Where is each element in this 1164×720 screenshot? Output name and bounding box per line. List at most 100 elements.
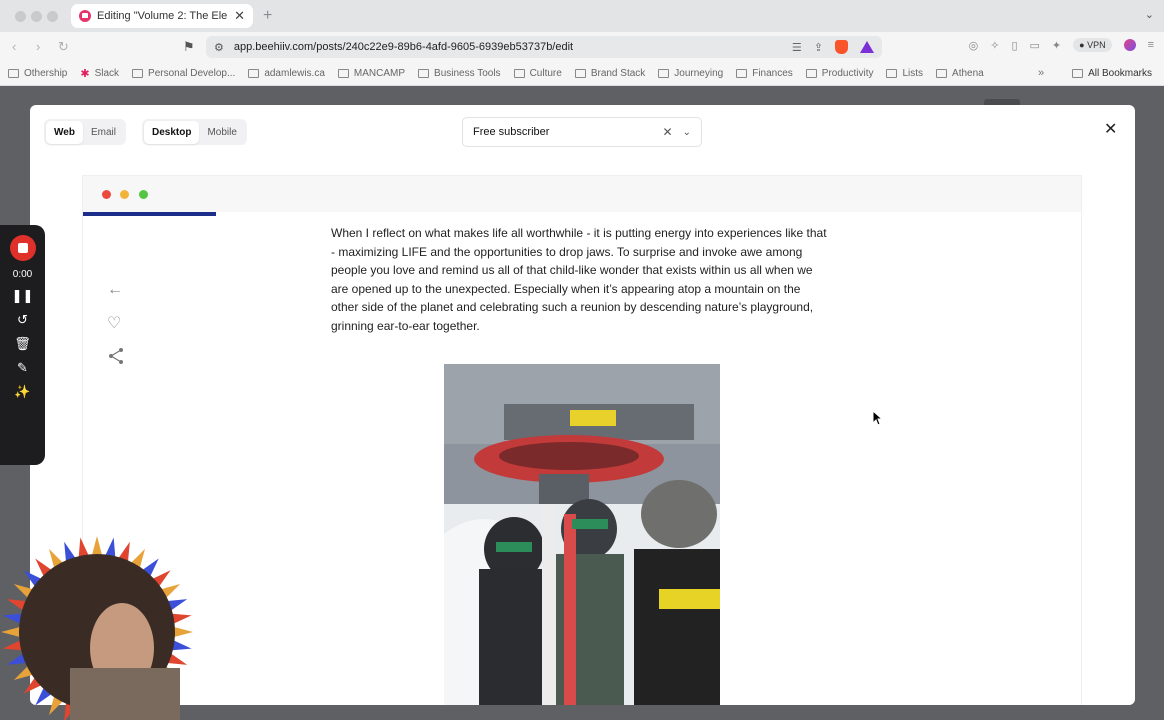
- window-zoom-button[interactable]: [47, 11, 58, 22]
- bookmark-item[interactable]: Othership: [8, 68, 67, 79]
- article-photo: [444, 364, 720, 705]
- recorder-toolbar: 0:00 ❚❚ ↺ 🗑 ✎ ✨: [0, 225, 45, 465]
- recording-timer: 0:00: [12, 269, 33, 280]
- preview-red-dot: [102, 190, 111, 199]
- webcam-ray: [172, 626, 193, 638]
- clear-icon[interactable]: ✕: [663, 125, 673, 139]
- bookmarks-overflow-button[interactable]: »: [1038, 67, 1044, 79]
- tab-close-icon[interactable]: ✕: [234, 8, 245, 24]
- bookmark-item[interactable]: Journeying: [658, 68, 723, 79]
- slack-icon: ✱: [80, 68, 90, 80]
- bookmark-label: adamlewis.ca: [264, 68, 325, 79]
- brave-shields-icon[interactable]: [835, 40, 848, 54]
- tab-title: Editing "Volume 2: The Eleme: [97, 10, 229, 22]
- bookmark-item[interactable]: ✱ Slack: [80, 67, 119, 80]
- reload-button[interactable]: ↻: [58, 39, 69, 55]
- reading-progress-bar: [83, 212, 216, 216]
- window-minimize-button[interactable]: [31, 11, 42, 22]
- bookmark-item[interactable]: MANCAMP: [337, 68, 405, 79]
- pause-icon[interactable]: ❚❚: [12, 288, 34, 304]
- bookmark-item[interactable]: Business Tools: [418, 68, 501, 79]
- heart-icon[interactable]: ♡: [107, 313, 125, 333]
- share-icon[interactable]: ⇪: [814, 41, 823, 54]
- bookmark-label: Journeying: [674, 68, 724, 79]
- effects-icon[interactable]: ✨: [14, 384, 30, 400]
- bookmark-label: Athena: [952, 68, 984, 79]
- folder-icon: [805, 69, 817, 78]
- restart-icon[interactable]: ↺: [17, 312, 28, 328]
- folder-icon: [658, 69, 670, 78]
- audience-value: Free subscriber: [473, 126, 550, 138]
- bookmark-label: Lists: [902, 68, 924, 79]
- folder-icon: [8, 69, 19, 78]
- back-arrow-icon[interactable]: ←: [107, 281, 125, 299]
- preview-yellow-dot: [120, 190, 129, 199]
- brave-rewards-icon[interactable]: [860, 41, 874, 53]
- wallet-icon[interactable]: ▭: [1030, 39, 1040, 52]
- stop-icon: [17, 243, 28, 253]
- extension-icon[interactable]: ◎: [969, 39, 979, 52]
- tab-email[interactable]: Email: [83, 121, 124, 144]
- bookmark-label: Culture: [529, 68, 562, 79]
- trash-icon[interactable]: 🗑: [14, 336, 31, 352]
- puzzle-icon[interactable]: ✧: [990, 39, 999, 52]
- webcam-ray: [1, 626, 22, 638]
- folder-icon: [418, 69, 430, 78]
- folder-icon: [513, 69, 525, 78]
- folder-icon: [736, 69, 748, 78]
- beehiiv-favicon-icon: [79, 10, 91, 22]
- bookmark-item[interactable]: Athena: [936, 68, 984, 79]
- back-button[interactable]: ‹: [12, 39, 16, 54]
- profile-orb-icon[interactable]: [1123, 39, 1136, 51]
- bookmark-label: Productivity: [821, 68, 874, 79]
- vpn-button[interactable]: ● VPN: [1073, 38, 1112, 52]
- folder-icon: [1072, 69, 1084, 78]
- article-paragraph: When I reflect on what makes life all wo…: [331, 226, 827, 333]
- webcam-bubble[interactable]: [0, 528, 200, 720]
- tab-desktop[interactable]: Desktop: [144, 120, 200, 144]
- bookmark-item[interactable]: Culture: [513, 68, 562, 79]
- browser-toolbar: ‹ › ↻ ⚑ ⚙ app.beehiiv.com/posts/240c22e9…: [0, 32, 1164, 62]
- url-text[interactable]: app.beehiiv.com/posts/240c22e9-89b6-4afd…: [234, 41, 792, 53]
- folder-icon: [248, 69, 260, 78]
- share-icon[interactable]: [107, 347, 125, 370]
- modal-close-button[interactable]: ✕: [1104, 119, 1117, 139]
- sidebar-icon[interactable]: ▯: [1011, 39, 1017, 52]
- vpn-label: VPN: [1087, 40, 1106, 50]
- audience-select[interactable]: Free subscriber ✕ ⌄: [462, 117, 702, 147]
- tab-web[interactable]: Web: [46, 120, 83, 144]
- bookmark-icon[interactable]: ⚑: [183, 39, 195, 55]
- browser-tabbar: Editing "Volume 2: The Eleme ✕ + ⌄: [0, 0, 1164, 32]
- tab-list-chevron-icon[interactable]: ⌄: [1145, 8, 1154, 21]
- bookmark-item[interactable]: Productivity: [805, 68, 874, 79]
- bookmark-label: Othership: [24, 68, 68, 79]
- bookmark-item[interactable]: Personal Develop...: [132, 68, 235, 79]
- preview-green-dot: [139, 190, 148, 199]
- site-settings-icon[interactable]: ⚙: [214, 41, 224, 54]
- browser-tab-active[interactable]: Editing "Volume 2: The Eleme ✕: [71, 4, 253, 28]
- bookmark-item[interactable]: Finances: [736, 68, 793, 79]
- address-bar[interactable]: ⚙ app.beehiiv.com/posts/240c22e9-89b6-4a…: [206, 36, 882, 58]
- bookmark-item[interactable]: Brand Stack: [574, 68, 646, 79]
- bookmark-item[interactable]: adamlewis.ca: [248, 68, 325, 79]
- forward-button[interactable]: ›: [36, 39, 40, 54]
- post-action-rail: ← ♡: [107, 281, 125, 370]
- bookmark-label: Slack: [94, 68, 120, 79]
- bookmarks-bar: Othership ✱ Slack Personal Develop... ada…: [0, 62, 1164, 86]
- all-bookmarks-button[interactable]: All Bookmarks: [1072, 68, 1152, 79]
- bookmark-label: Business Tools: [434, 68, 501, 79]
- new-tab-button[interactable]: +: [263, 7, 272, 25]
- menu-icon[interactable]: ≡: [1148, 39, 1154, 51]
- bookmark-item[interactable]: Lists: [886, 68, 923, 79]
- reader-mode-icon[interactable]: ☰: [792, 41, 802, 54]
- bookmark-label: Finances: [752, 68, 793, 79]
- bookmark-label: Brand Stack: [590, 68, 646, 79]
- stop-recording-button[interactable]: [9, 235, 36, 261]
- window-close-button[interactable]: [15, 11, 26, 22]
- leo-icon[interactable]: ✦: [1052, 39, 1061, 52]
- tab-mobile[interactable]: Mobile: [199, 121, 244, 144]
- chevron-down-icon[interactable]: ⌄: [683, 127, 691, 138]
- extensions-area: ◎ ✧ ▯ ▭ ✦ ● VPN ≡: [969, 38, 1154, 52]
- folder-icon: [337, 69, 349, 78]
- draw-pencil-icon[interactable]: ✎: [17, 360, 28, 376]
